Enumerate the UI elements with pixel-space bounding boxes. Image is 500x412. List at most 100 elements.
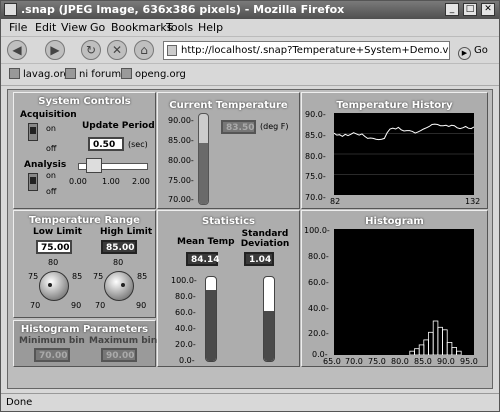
high-knob-tick-70: 70 bbox=[95, 301, 106, 310]
histogram-bar bbox=[437, 326, 443, 355]
go-label: Go bbox=[474, 45, 488, 56]
menu-view[interactable]: View bbox=[61, 19, 87, 36]
address-bar[interactable]: http://localhost/.snap?Temperature+Syste… bbox=[163, 41, 450, 60]
go-button[interactable]: ▶ Go bbox=[458, 42, 488, 60]
histogram-y-tick-3: 40.0- bbox=[308, 304, 329, 313]
standard-deviation-display: 1.04 bbox=[244, 252, 274, 266]
address-url: http://localhost/.snap?Temperature+Syste… bbox=[181, 45, 450, 56]
slider-tick-0: 0.00 bbox=[69, 177, 87, 186]
histogram-panel: Histogram 100.0- 80.0- 60.0- 40.0- 20.0-… bbox=[301, 210, 488, 367]
thermo-tick-1: 85.00- bbox=[168, 136, 194, 145]
thermo-tick-3: 75.00- bbox=[168, 176, 194, 185]
histogram-bars bbox=[409, 320, 462, 355]
update-period-input[interactable]: 0.50 bbox=[88, 137, 124, 151]
firefox-app-icon bbox=[4, 3, 17, 16]
update-period-slider-thumb[interactable] bbox=[86, 158, 102, 173]
history-x-min: 82 bbox=[330, 197, 341, 206]
menu-tools[interactable]: Tools bbox=[166, 19, 193, 36]
mean-temp-display: 84.14 bbox=[186, 252, 219, 266]
acquisition-on-label: on bbox=[46, 124, 56, 133]
bookmark-openg[interactable]: openg.org bbox=[121, 64, 186, 86]
histogram-x-tick-5: 90.0 bbox=[437, 357, 455, 366]
analysis-switch[interactable] bbox=[28, 173, 38, 191]
stats-tick-3: 40.0- bbox=[175, 324, 196, 333]
history-x-max: 132 bbox=[465, 197, 481, 206]
history-y-tick-4: 70.0- bbox=[305, 193, 326, 202]
high-knob-tick-90: 90 bbox=[136, 301, 147, 310]
current-temperature-panel: Current Temperature 90.00- 85.00- 80.00-… bbox=[157, 92, 300, 209]
low-knob-tick-85: 85 bbox=[72, 272, 83, 281]
maximum-bin-input[interactable]: 90.00 bbox=[101, 348, 137, 362]
slider-tick-1: 1.00 bbox=[102, 177, 120, 186]
acquisition-off-label: off bbox=[46, 144, 57, 153]
stats-tick-4: 20.0- bbox=[175, 340, 196, 349]
histogram-x-tick-4: 85.0 bbox=[414, 357, 432, 366]
close-button[interactable]: ✕ bbox=[481, 3, 495, 16]
temperature-range-panel: Temperature Range Low Limit High Limit 7… bbox=[13, 210, 156, 318]
low-limit-knob[interactable] bbox=[39, 271, 69, 301]
forward-arrow-icon[interactable]: ▶ bbox=[45, 40, 65, 60]
bookmarks-toolbar: lavag.org ni forums openg.org bbox=[1, 64, 499, 86]
histogram-bar bbox=[423, 339, 429, 355]
low-limit-input[interactable]: 75.00 bbox=[36, 240, 72, 254]
slider-tick-2: 2.00 bbox=[132, 177, 150, 186]
home-icon[interactable]: ⌂ bbox=[134, 40, 154, 60]
histogram-y-tick-2: 60.0- bbox=[308, 278, 329, 287]
thermo-tick-0: 90.00- bbox=[168, 116, 194, 125]
menu-help[interactable]: Help bbox=[198, 19, 223, 36]
knob-indicator bbox=[48, 283, 52, 287]
update-period-unit: (sec) bbox=[128, 140, 148, 149]
maximum-bin-label: Maximum bin bbox=[89, 336, 158, 346]
high-limit-display: 85.00 bbox=[101, 240, 137, 254]
reload-icon[interactable]: ↻ bbox=[81, 40, 101, 60]
history-y-tick-3: 75.0- bbox=[305, 172, 326, 181]
menu-go[interactable]: Go bbox=[90, 19, 105, 36]
histogram-x-tick-0: 65.0 bbox=[323, 357, 341, 366]
minimum-bin-input[interactable]: 70.00 bbox=[34, 348, 70, 362]
thermometer-level bbox=[199, 143, 208, 204]
current-temperature-title: Current Temperature bbox=[169, 100, 288, 111]
menu-file[interactable]: File bbox=[9, 19, 27, 36]
minimize-button[interactable]: _ bbox=[445, 3, 459, 16]
histogram-y-tick-1: 80.0- bbox=[308, 252, 329, 261]
maximize-button[interactable]: □ bbox=[463, 3, 477, 16]
bookmark-ni-forums[interactable]: ni forums bbox=[65, 64, 126, 86]
thermo-tick-4: 70.00- bbox=[168, 195, 194, 204]
temperature-history-series bbox=[334, 123, 474, 141]
navigation-toolbar: ◀ ▶ ↻ ✕ ⌂ http://localhost/.snap?Tempera… bbox=[1, 36, 499, 64]
standard-deviation-meter bbox=[263, 276, 275, 362]
temperature-history-panel: Temperature History 90.0- 85.0- 80.0- 75… bbox=[301, 92, 488, 209]
stats-tick-1: 80.0- bbox=[175, 292, 196, 301]
low-knob-tick-80: 80 bbox=[48, 258, 59, 267]
current-temperature-display: 83.50 bbox=[221, 120, 256, 134]
mean-temp-label: Mean Temp bbox=[177, 237, 235, 247]
histogram-x-tick-2: 75.0 bbox=[368, 357, 386, 366]
analysis-off-label: off bbox=[46, 187, 57, 196]
high-knob-tick-85: 85 bbox=[137, 272, 148, 281]
acquisition-label: Acquisition bbox=[20, 110, 77, 120]
mean-temp-meter bbox=[205, 276, 217, 362]
high-limit-knob[interactable] bbox=[104, 271, 134, 301]
minimum-bin-label: Minimum bin bbox=[19, 336, 85, 346]
menu-edit[interactable]: Edit bbox=[35, 19, 56, 36]
menu-bar: File Edit View Go Bookmarks Tools Help bbox=[1, 19, 499, 36]
back-arrow-icon[interactable]: ◀ bbox=[7, 40, 27, 60]
mean-temp-meter-level bbox=[206, 290, 216, 361]
menu-bookmarks[interactable]: Bookmarks bbox=[111, 19, 172, 36]
bookmark-lavag[interactable]: lavag.org bbox=[9, 64, 70, 86]
acquisition-switch[interactable] bbox=[28, 123, 38, 141]
histogram-y-tick-0: 100.0- bbox=[304, 226, 330, 235]
standard-deviation-label: Standard Deviation bbox=[240, 229, 290, 249]
history-y-tick-2: 80.0- bbox=[305, 152, 326, 161]
thermo-tick-2: 80.00- bbox=[168, 156, 194, 165]
analysis-label: Analysis bbox=[24, 160, 67, 170]
system-controls-title: System Controls bbox=[38, 96, 131, 107]
low-knob-tick-70: 70 bbox=[30, 301, 41, 310]
stats-tick-2: 60.0- bbox=[175, 308, 196, 317]
analysis-on-label: on bbox=[46, 171, 56, 180]
histogram-bar bbox=[446, 342, 453, 355]
stop-icon[interactable]: ✕ bbox=[107, 40, 127, 60]
histogram-x-tick-3: 80.0 bbox=[391, 357, 409, 366]
low-knob-tick-75: 75 bbox=[28, 272, 39, 281]
histogram-x-tick-6: 95.0 bbox=[460, 357, 478, 366]
